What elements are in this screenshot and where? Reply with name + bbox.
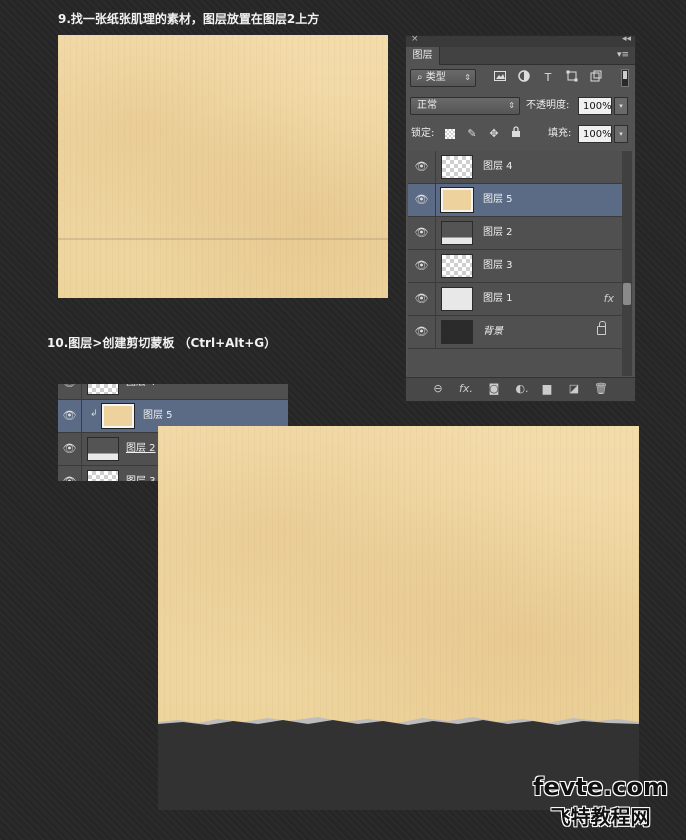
- watermark-site-name: 飞特教程网: [550, 805, 651, 829]
- layer-row-4[interactable]: 👁 图层 4: [408, 151, 622, 184]
- filter-toggle-switch[interactable]: [621, 69, 629, 87]
- opacity-label: 不透明度:: [526, 100, 570, 111]
- site-watermark: fevte.com 飞特教程网: [533, 773, 668, 830]
- lock-all-icon[interactable]: [508, 126, 524, 142]
- eye-icon[interactable]: 👁: [408, 217, 436, 249]
- layers-scrollbar[interactable]: [622, 151, 632, 376]
- fill-label: 填充:: [548, 128, 572, 139]
- filter-type-select[interactable]: ⌕ 类型 ⇕: [410, 69, 476, 87]
- layer-thumbnail: [441, 254, 473, 278]
- close-icon[interactable]: ×: [411, 34, 419, 44]
- link-layers-icon[interactable]: ⊖: [430, 381, 446, 397]
- panel-menu-icon[interactable]: ▾≡: [617, 50, 629, 60]
- add-mask-icon[interactable]: ◙: [486, 381, 502, 397]
- layer-row-background[interactable]: 👁 背景: [408, 316, 622, 349]
- torn-paper-edge: [158, 717, 639, 727]
- paper-crease: [58, 238, 388, 240]
- lock-transparent-icon[interactable]: [442, 126, 458, 142]
- fill-input[interactable]: 100%: [578, 125, 612, 143]
- panel-tabbar: 图层 ▾≡: [406, 47, 635, 65]
- eye-icon[interactable]: 👁: [408, 316, 436, 348]
- layers-list: 👁 图层 4 👁 图层 5 👁 图层 2 👁 图层 3 👁 图层 1 fx 👁: [408, 151, 622, 376]
- fill-dropdown-button[interactable]: ▾: [614, 125, 628, 143]
- blend-mode-select[interactable]: 正常 ⇕: [410, 97, 520, 115]
- layer-row-1[interactable]: 👁 图层 1 fx: [408, 283, 622, 316]
- result-clipped-paper: [158, 426, 639, 727]
- watermark-domain: fevte.com: [533, 773, 668, 801]
- panel-titlebar: × ◂◂: [406, 34, 635, 47]
- layer-name: 背景: [483, 326, 503, 337]
- layer-name: 图层 2: [126, 443, 156, 454]
- new-layer-icon[interactable]: ◪: [566, 381, 582, 397]
- chevron-updown-icon: ⇕: [464, 73, 471, 82]
- lock-icon: [597, 321, 606, 335]
- eye-icon[interactable]: 👁: [58, 466, 82, 481]
- filter-smart-object-icon[interactable]: [588, 70, 604, 86]
- blend-mode-label: 正常: [417, 100, 437, 111]
- filter-adjustment-icon[interactable]: [516, 70, 532, 86]
- layer-thumbnail: [87, 437, 119, 461]
- filter-pixel-icon[interactable]: [492, 70, 508, 86]
- lock-label: 锁定:: [411, 128, 435, 139]
- lock-brush-icon[interactable]: ✎: [464, 126, 480, 142]
- layer-thumbnail: [441, 287, 473, 311]
- layer-thumbnail: [441, 221, 473, 245]
- layer-thumbnail: [441, 155, 473, 179]
- eye-icon[interactable]: 👁: [58, 433, 82, 465]
- eye-icon[interactable]: 👁: [408, 151, 436, 183]
- collapse-icon[interactable]: ◂◂: [622, 34, 631, 44]
- delete-layer-icon[interactable]: 🗑: [593, 381, 609, 397]
- layer-name: 图层 5: [483, 194, 513, 205]
- panel-bottom-toolbar: ⊖ fx. ◙ ◐. ▆ ◪ 🗑: [406, 377, 635, 401]
- layer-name: 图层 3: [483, 260, 513, 271]
- layer-thumbnail: [101, 403, 135, 429]
- layer-thumbnail: [440, 187, 474, 213]
- layer-thumbnail: [87, 384, 119, 395]
- layer-name: 图层 4: [483, 161, 513, 172]
- eye-icon[interactable]: 👁: [408, 250, 436, 282]
- crop-layer-row-4[interactable]: 👁 图层 4: [58, 384, 288, 400]
- filter-type-label: ⌕ 类型: [417, 72, 446, 83]
- paper-texture-image: [58, 35, 388, 298]
- opacity-input[interactable]: 100%: [578, 97, 612, 115]
- layer-row-2[interactable]: 👁 图层 2: [408, 217, 622, 250]
- add-style-icon[interactable]: fx.: [458, 381, 474, 397]
- layer-row-3[interactable]: 👁 图层 3: [408, 250, 622, 283]
- opacity-dropdown-button[interactable]: ▾: [614, 97, 628, 115]
- layer-name: 图层 3: [126, 466, 156, 481]
- chevron-updown-icon: ⇕: [508, 101, 515, 110]
- layer-name: 图层 1: [483, 293, 513, 304]
- new-group-icon[interactable]: ▆: [539, 381, 555, 397]
- step-10-title: 10.图层>创建剪切蒙板 （Ctrl+Alt+G）: [47, 336, 277, 350]
- step-9-title: 9.找一张纸张肌理的素材，图层放置在图层2上方: [58, 12, 320, 26]
- layer-effects-icon[interactable]: fx: [604, 283, 614, 315]
- layer-thumbnail: [441, 320, 473, 344]
- lock-move-icon[interactable]: ✥: [486, 126, 502, 142]
- new-adjustment-icon[interactable]: ◐.: [514, 381, 530, 397]
- tab-layers[interactable]: 图层: [406, 47, 440, 65]
- layer-row-5[interactable]: 👁 图层 5: [408, 184, 622, 217]
- scrollbar-thumb[interactable]: [623, 283, 631, 305]
- eye-icon[interactable]: 👁: [58, 384, 82, 399]
- eye-icon[interactable]: 👁: [408, 283, 436, 315]
- filter-type-t-icon[interactable]: T: [540, 70, 556, 86]
- eye-icon[interactable]: 👁: [58, 400, 82, 432]
- eye-icon[interactable]: 👁: [408, 184, 436, 216]
- filter-shape-icon[interactable]: [564, 70, 580, 86]
- layers-panel: × ◂◂ 图层 ▾≡ ⌕ 类型 ⇕ T 正常 ⇕ 不透明度: 100% ▾ 锁定…: [405, 34, 636, 402]
- clipping-arrow-icon: ↲: [90, 409, 98, 419]
- layer-thumbnail: [87, 470, 119, 481]
- layer-name: 图层 4: [126, 384, 156, 399]
- layer-name: 图层 2: [483, 227, 513, 238]
